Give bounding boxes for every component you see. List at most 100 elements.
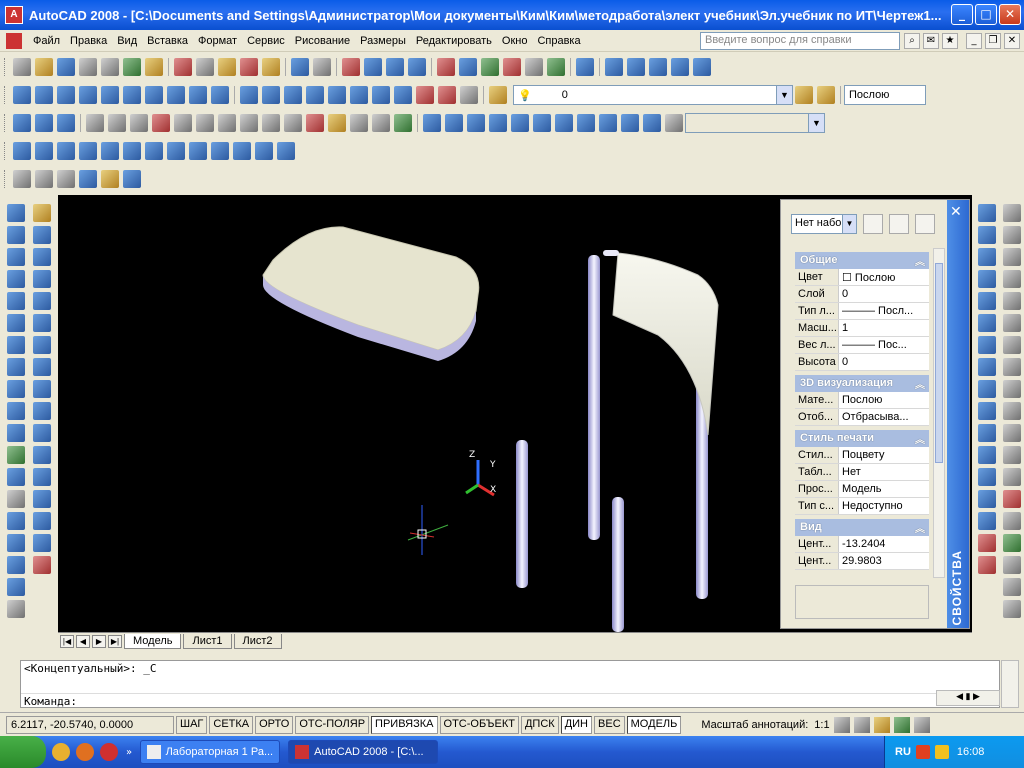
pan-icon[interactable] [342,58,360,76]
tab-model[interactable]: Модель [124,633,182,649]
menu-view[interactable]: Вид [112,35,142,47]
search-icon[interactable]: ⌕ [904,33,920,49]
copy-object-icon[interactable] [33,226,51,244]
prop-row[interactable]: Тип л... ——— Посл... [795,303,929,320]
prop-row[interactable]: Слой 0 [795,286,929,303]
top-view-icon[interactable] [445,114,463,132]
snap-perpendicular-icon[interactable] [978,424,996,442]
aligned-dim-icon[interactable] [1003,226,1021,244]
spline-icon[interactable] [7,380,25,398]
explode-icon[interactable] [33,556,51,574]
tolerance-icon[interactable] [1003,490,1021,508]
join-icon[interactable] [33,490,51,508]
doc-restore-button[interactable]: ❐ [985,33,1001,49]
3d-move-icon[interactable] [416,86,434,104]
move-icon[interactable] [33,314,51,332]
ne-iso-icon[interactable] [621,114,639,132]
polar-toggle[interactable]: ОТС-ПОЛЯР [295,715,370,734]
dim-update-icon[interactable] [1003,600,1021,618]
close-icon[interactable]: ✕ [950,204,962,220]
otrack-toggle[interactable]: ОТС-ОБЪЕКТ [439,715,519,734]
menu-dimension[interactable]: Размеры [355,35,411,47]
ucs-3point-icon[interactable] [189,142,207,160]
jogged-dim-icon[interactable] [1003,314,1021,332]
quick-launch-expand-icon[interactable]: » [126,747,132,758]
menu-draw[interactable]: Рисование [290,35,355,47]
firefox-icon[interactable] [76,743,94,761]
table-icon[interactable] [7,578,25,596]
snap-extension-icon[interactable] [978,336,996,354]
angular-dim-icon[interactable] [1003,358,1021,376]
sweep-icon[interactable] [284,86,302,104]
linear-dim-icon[interactable] [1003,204,1021,222]
chair-front-pole[interactable] [612,497,624,632]
extrude-icon[interactable] [240,86,258,104]
design-center-icon[interactable] [459,58,477,76]
publish-icon[interactable] [123,58,141,76]
prop-row[interactable]: Прос... Модель [795,481,929,498]
mirror-icon[interactable] [33,248,51,266]
prop-row[interactable]: Табл... Нет [795,464,929,481]
prop-row[interactable]: Стил... Поцвету [795,447,929,464]
annotation-visibility-icon[interactable] [833,716,850,733]
language-indicator[interactable]: RU [895,746,911,758]
snap-none-icon[interactable] [978,534,996,552]
bottom-view-icon[interactable] [467,114,485,132]
se-iso-icon[interactable] [599,114,617,132]
style-manager-icon[interactable] [693,58,711,76]
fillet-icon[interactable] [33,534,51,552]
imprint-icon[interactable] [306,114,324,132]
browser-icon[interactable] [52,743,70,761]
3d-align-icon[interactable] [460,86,478,104]
cylinder-icon[interactable] [123,86,141,104]
chair-back-pole-left[interactable] [588,255,600,540]
right-view-icon[interactable] [511,114,529,132]
radius-dim-icon[interactable] [1003,292,1021,310]
arc-icon[interactable] [7,314,25,332]
dim-space-icon[interactable] [1003,446,1021,464]
zoom-window-icon[interactable] [386,58,404,76]
selection-dropdown[interactable]: Нет набо ▼ [791,214,857,234]
ucs-x-icon[interactable] [211,142,229,160]
grid-toggle[interactable]: СЕТКА [209,715,254,734]
3d-dwf-icon[interactable] [145,58,163,76]
conceptual-icon[interactable] [101,170,119,188]
ucs-previous-icon[interactable] [57,142,75,160]
doc-minimize-button[interactable]: _ [966,33,982,49]
3d-hidden-icon[interactable] [57,170,75,188]
3d-rotate-icon[interactable] [438,86,456,104]
coordinate-readout[interactable]: 6.2117, -20.5740, 0.0000 [6,715,174,734]
color-dropdown[interactable]: Послою [844,85,926,105]
offset-faces-icon[interactable] [130,114,148,132]
subtract-icon[interactable] [372,86,390,104]
inspection-icon[interactable] [1003,534,1021,552]
snap-insert-icon[interactable] [978,468,996,486]
stretch-icon[interactable] [33,380,51,398]
plot-icon[interactable] [79,58,97,76]
table-style-icon[interactable] [627,58,645,76]
revision-cloud-icon[interactable] [7,358,25,376]
tray-app-icon[interactable] [915,745,930,759]
zoom-previous-icon[interactable] [408,58,426,76]
insert-block-icon[interactable] [7,446,25,464]
command-hscroll[interactable]: ◀ ▮ ▶ [936,690,1000,706]
ortho-toggle[interactable]: ОРТО [255,715,294,734]
back-view-icon[interactable] [555,114,573,132]
ucs-icon[interactable] [13,142,31,160]
tab-layout1[interactable]: Лист1 [183,633,232,649]
document-icon[interactable] [6,32,22,49]
intersect-2-icon[interactable] [57,114,75,132]
text-style-icon[interactable] [649,58,667,76]
ordinate-dim-icon[interactable] [1003,270,1021,288]
new-icon[interactable] [13,58,31,76]
favorites-icon[interactable]: ★ [942,33,958,49]
minimize-button[interactable]: _ [951,4,973,25]
ucs-face-icon[interactable] [79,142,97,160]
section-general[interactable]: Общие ︽ [795,252,929,269]
save-icon[interactable] [57,58,75,76]
continue-dim-icon[interactable] [1003,424,1021,442]
toggle-pickadd-icon[interactable] [863,214,883,234]
snap-apparent-intersection-icon[interactable] [978,314,996,332]
collapse-icon[interactable]: ︽ [915,520,925,535]
dim-break-icon[interactable] [1003,468,1021,486]
